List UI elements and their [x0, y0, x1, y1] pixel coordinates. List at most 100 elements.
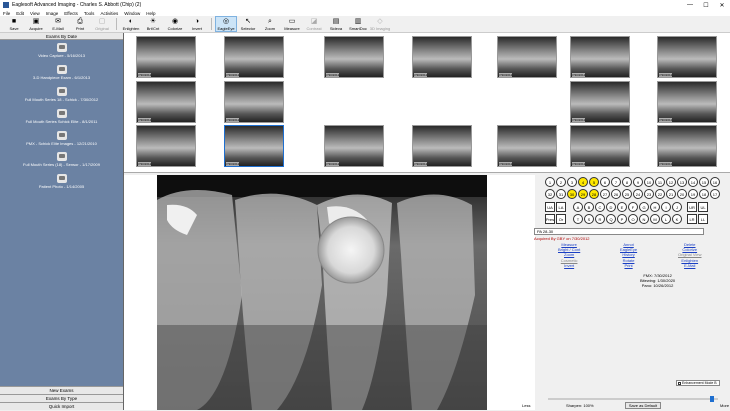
tooth-28[interactable]: 28	[589, 189, 599, 199]
selector-button[interactable]: ↖ Selector	[237, 16, 259, 32]
tooth-l[interactable]: L	[661, 214, 671, 224]
tooth-m[interactable]: M	[650, 214, 660, 224]
tooth-t[interactable]: T	[573, 214, 583, 224]
xray-thumbnail[interactable]: 7/30/2012	[497, 36, 557, 78]
link-print[interactable]: Print	[624, 263, 632, 268]
exam-item[interactable]: Patient Photo - 1/14/2005	[0, 171, 123, 193]
xray-thumbnail[interactable]: 7/30/2012	[570, 125, 630, 167]
tooth-5[interactable]: 5	[589, 177, 599, 187]
tooth-27[interactable]: 27	[600, 189, 610, 199]
tooth-pres[interactable]: Pres	[545, 214, 555, 224]
sharpen-slider[interactable]	[548, 396, 718, 402]
tooth-30[interactable]: 30	[567, 189, 577, 199]
tooth-13[interactable]: 13	[677, 177, 687, 187]
tooth-s[interactable]: S	[584, 214, 594, 224]
colorize-button[interactable]: ◉ Colorize	[164, 16, 186, 32]
xray-thumbnail[interactable]: 7/30/2012	[136, 81, 196, 123]
save-button[interactable]: ■ Save	[3, 16, 25, 32]
tooth-k[interactable]: K	[672, 214, 682, 224]
menu-edit[interactable]: Edit	[16, 11, 24, 16]
enlighten-button[interactable]: ◐ Enlighten	[120, 16, 142, 32]
tooth-16[interactable]: 16	[710, 177, 720, 187]
tooth-lr[interactable]: LR	[687, 214, 697, 224]
tooth-a[interactable]: A	[573, 202, 583, 212]
exam-item[interactable]: Full Mouth Series 18 - Schick - 7/30/201…	[0, 84, 123, 106]
tooth-32[interactable]: 32	[545, 189, 555, 199]
xray-thumbnail[interactable]: 7/30/2012	[497, 125, 557, 167]
save-as-default-button[interactable]: Save as Default	[625, 402, 661, 409]
tooth-g[interactable]: G	[639, 202, 649, 212]
menu-file[interactable]: File	[3, 11, 10, 16]
tooth-7[interactable]: 7	[611, 177, 621, 187]
tooth-ur[interactable]: UR	[687, 202, 697, 212]
tooth-25[interactable]: 25	[622, 189, 632, 199]
tooth-11[interactable]: 11	[655, 177, 665, 187]
tooth-22[interactable]: 22	[655, 189, 665, 199]
tooth-14[interactable]: 14	[688, 177, 698, 187]
e-mail-button[interactable]: ✉ E-Mail	[47, 16, 69, 32]
quick-import-button[interactable]: Quick Import	[0, 402, 123, 410]
xray-thumbnail[interactable]: 7/30/2012	[657, 81, 717, 123]
zoom-button[interactable]: ⌕ Zoom	[259, 16, 281, 32]
tooth-ul[interactable]: UL	[698, 202, 708, 212]
measure-button[interactable]: ▭ Measure	[281, 16, 303, 32]
menu-window[interactable]: Window	[124, 11, 140, 16]
close-icon[interactable]: ✕	[714, 0, 730, 10]
link-e-mail[interactable]: E-Mail	[684, 263, 695, 268]
tooth-4[interactable]: 4	[578, 177, 588, 187]
exam-item[interactable]: Full Mouth Series (18) - Sensor - 1/17/2…	[0, 149, 123, 171]
tooth-8[interactable]: 8	[622, 177, 632, 187]
menu-activities[interactable]: Activities	[100, 11, 118, 16]
xray-thumbnail[interactable]: 7/30/2012	[570, 81, 630, 123]
tooth-31[interactable]: 31	[556, 189, 566, 199]
xray-thumbnail[interactable]: 7/30/2012	[412, 36, 472, 78]
tooth-9[interactable]: 9	[633, 177, 643, 187]
menu-tools[interactable]: Tools	[84, 11, 95, 16]
tooth-26[interactable]: 26	[611, 189, 621, 199]
xray-thumbnail[interactable]: 7/30/2012	[657, 125, 717, 167]
menu-effects[interactable]: Effects	[64, 11, 78, 16]
xray-thumbnail[interactable]: 7/30/2012	[570, 36, 630, 78]
tooth-or[interactable]: Or	[556, 214, 566, 224]
brt-cnt-button[interactable]: ☀ Brt/Cnt	[142, 16, 164, 32]
image-id-field[interactable]: PA 28-30	[534, 228, 704, 235]
tooth-la[interactable]: LA	[556, 202, 566, 212]
xray-thumbnail[interactable]: 7/30/2012	[224, 81, 284, 123]
print-button[interactable]: ⎙ Print	[69, 16, 91, 32]
tooth-15[interactable]: 15	[699, 177, 709, 187]
tooth-i[interactable]: I	[661, 202, 671, 212]
sharpen-slider-knob[interactable]	[710, 396, 714, 402]
minimize-icon[interactable]: —	[682, 0, 698, 10]
enhancement-mode-checkbox[interactable]: Enhancement Mode B	[676, 380, 720, 386]
xray-thumbnail[interactable]: 7/30/2012	[657, 36, 717, 78]
checkbox-box[interactable]	[678, 382, 681, 385]
maximize-icon[interactable]: ☐	[698, 0, 714, 10]
new-exams-button[interactable]: New Exams	[0, 386, 123, 394]
tooth-c[interactable]: C	[595, 202, 605, 212]
exam-item[interactable]: 3-D Handpiece Exam - 6/1/2013	[0, 62, 123, 84]
tooth-2[interactable]: 2	[556, 177, 566, 187]
tooth-23[interactable]: 23	[644, 189, 654, 199]
xray-thumbnail[interactable]: 7/30/2012	[324, 36, 384, 78]
tooth-p[interactable]: P	[617, 214, 627, 224]
tooth-19[interactable]: 19	[688, 189, 698, 199]
xray-image[interactable]	[157, 175, 487, 410]
tooth-ll[interactable]: LL	[698, 214, 708, 224]
tooth-20[interactable]: 20	[677, 189, 687, 199]
tooth-j[interactable]: J	[672, 202, 682, 212]
tooth-q[interactable]: Q	[606, 214, 616, 224]
tooth-f[interactable]: F	[628, 202, 638, 212]
exams-by-type-button[interactable]: Exams By Type	[0, 394, 123, 402]
tooth-b[interactable]: B	[584, 202, 594, 212]
tooth-o[interactable]: O	[628, 214, 638, 224]
tooth-r[interactable]: R	[595, 214, 605, 224]
tooth-29[interactable]: 29	[578, 189, 588, 199]
menu-image[interactable]: Image	[46, 11, 59, 16]
tooth-d[interactable]: D	[606, 202, 616, 212]
tooth-e[interactable]: E	[617, 202, 627, 212]
xray-thumbnail[interactable]: 7/30/2012	[224, 125, 284, 167]
xray-thumbnail[interactable]: 7/30/2012	[224, 36, 284, 78]
tooth-24[interactable]: 24	[633, 189, 643, 199]
exams-by-date-header[interactable]: Exams By Date	[0, 33, 123, 40]
link-invert[interactable]: Invert	[564, 263, 574, 268]
